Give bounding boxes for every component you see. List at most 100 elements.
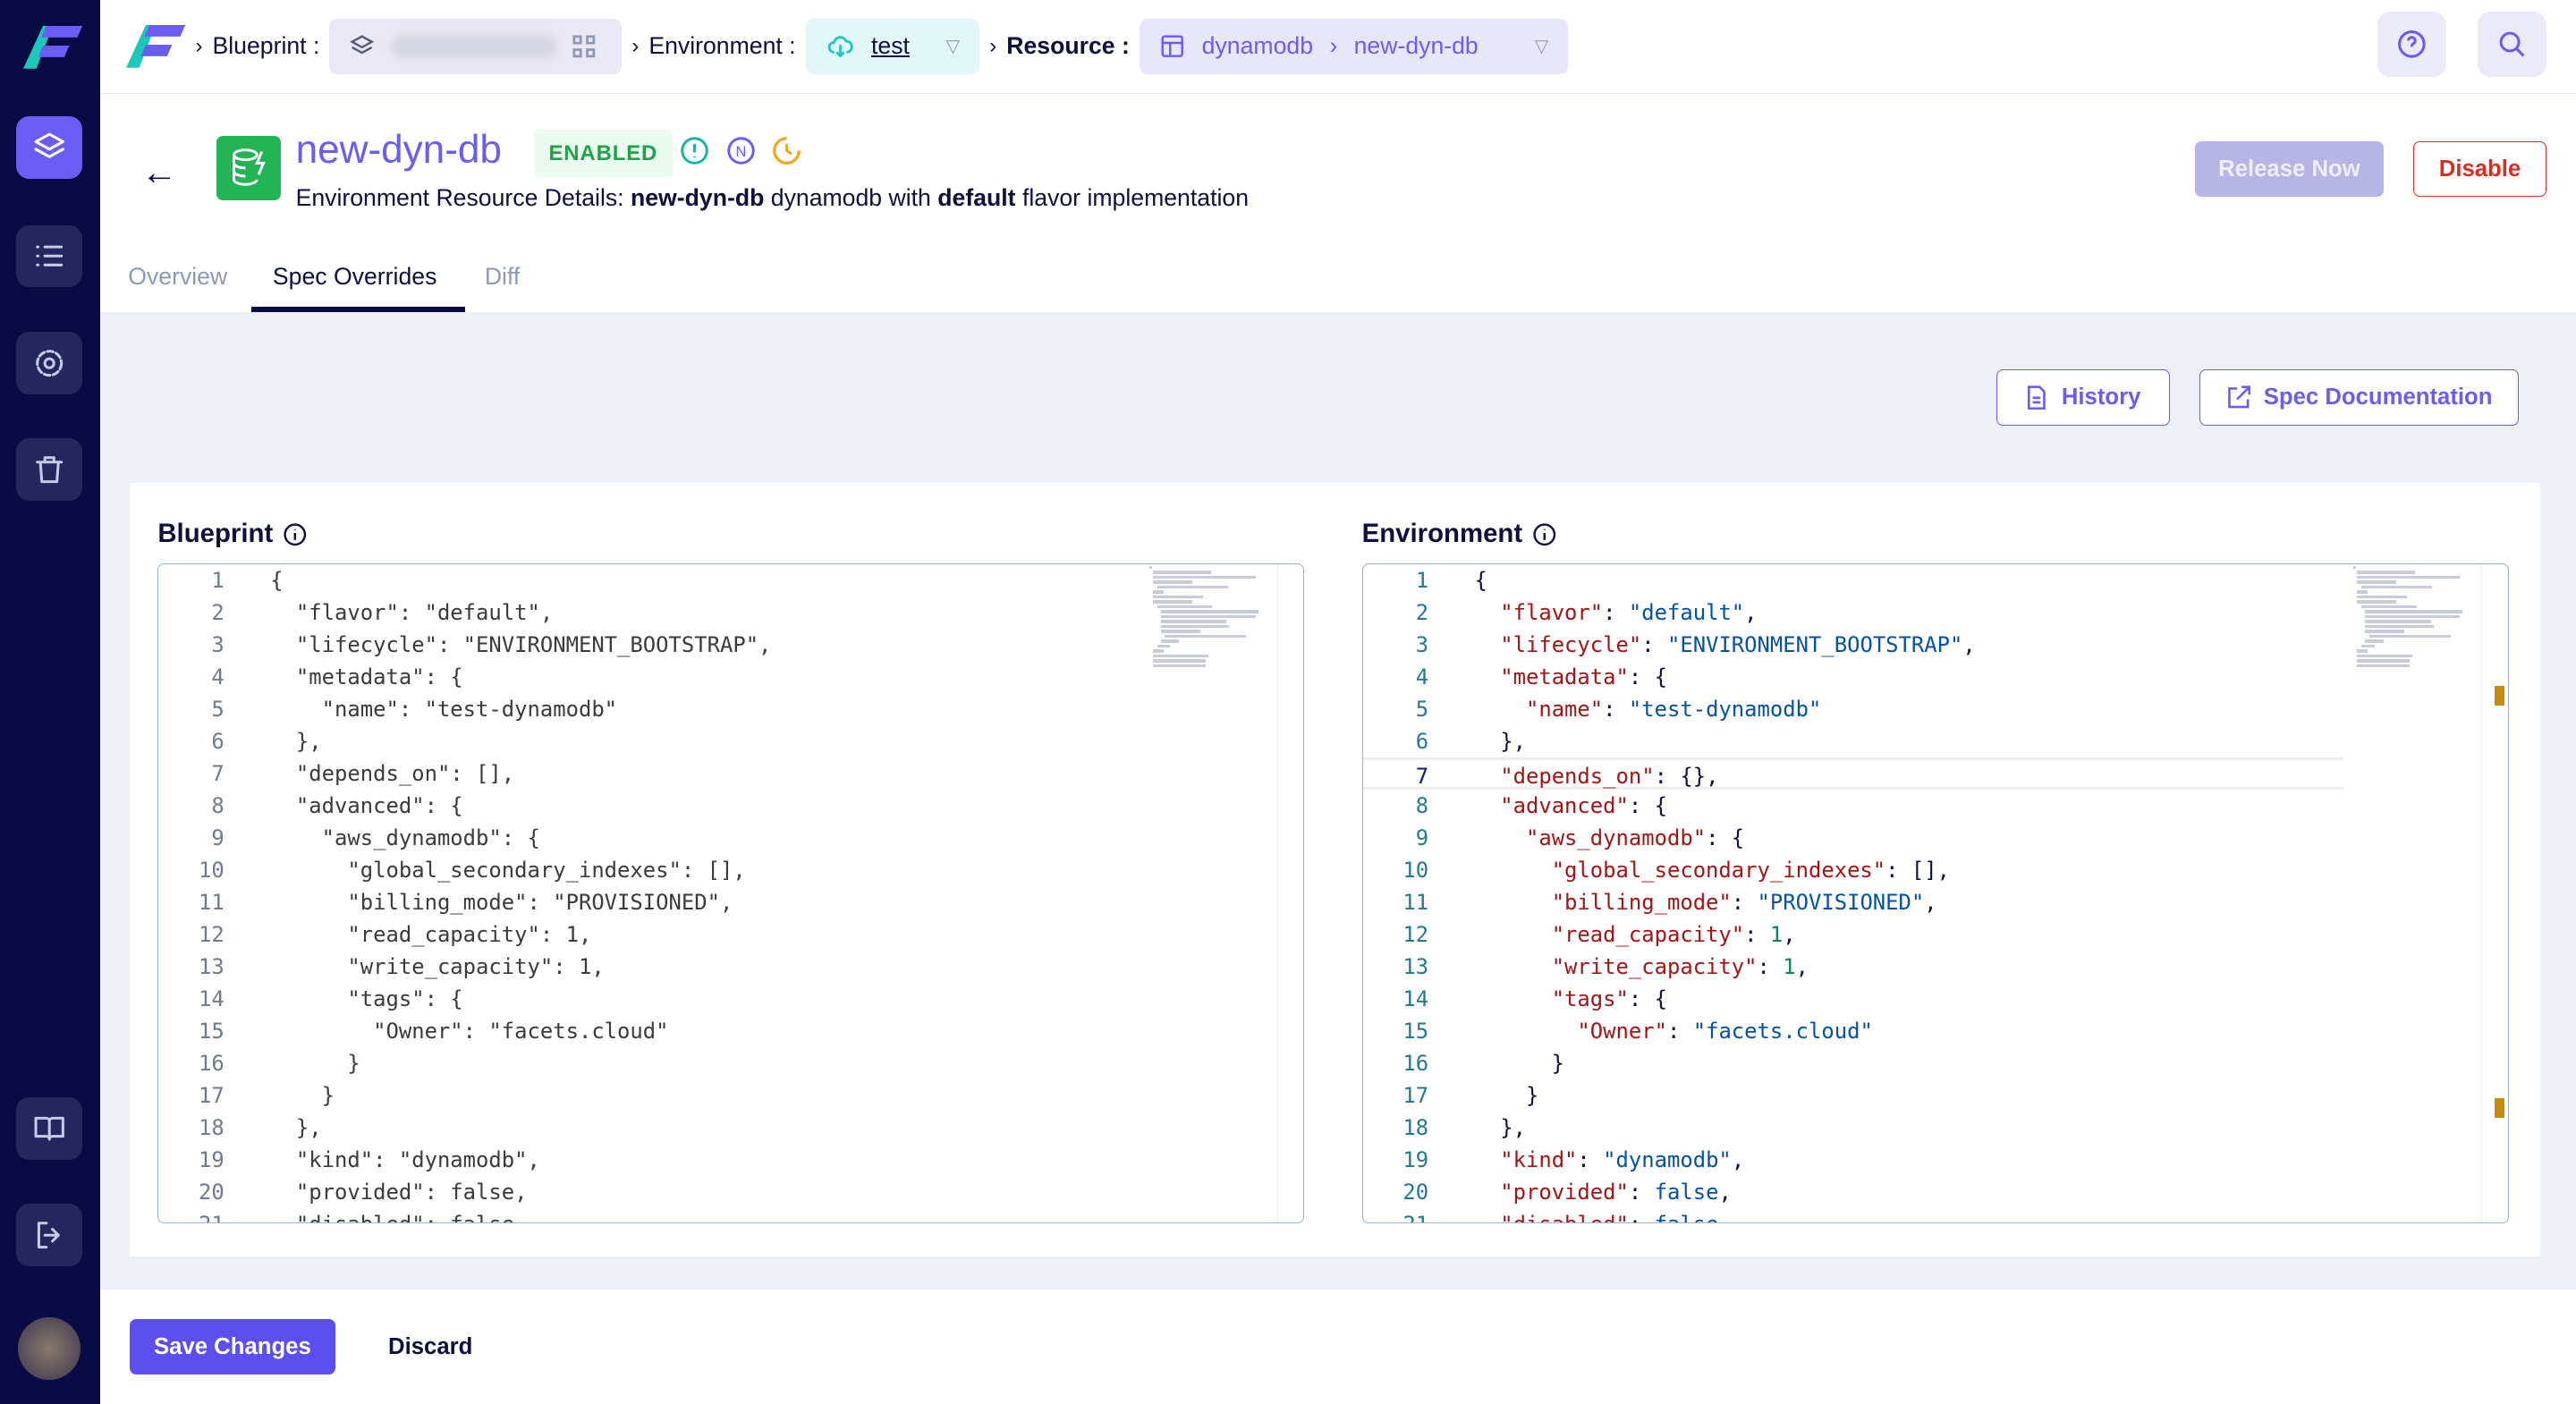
resource-name[interactable]: new-dyn-db [1354,32,1479,60]
code-line[interactable]: 18 }, [158,1112,1303,1144]
code-line[interactable]: 20 "provided": false, [1363,1176,2508,1208]
code-text: }, [270,1114,322,1140]
code-line[interactable]: 18 }, [1363,1112,2508,1144]
sidebar-item-blueprints[interactable] [16,116,82,180]
code-line[interactable]: 12 "read_capacity": 1, [1363,918,2508,951]
code-line[interactable]: 2 "flavor": "default", [1363,596,2508,629]
code-line[interactable]: 12 "read_capacity": 1, [158,918,1303,951]
code-text: "lifecycle": "ENVIRONMENT_BOOTSTRAP", [1500,631,1976,657]
code-line[interactable]: 5 "name": "test-dynamodb" [1363,693,2508,725]
info-icon[interactable] [283,522,308,547]
code-line[interactable]: 15 "Owner": "facets.cloud" [158,1015,1303,1047]
tab-overview[interactable]: Overview [128,263,227,291]
code-line[interactable]: 17 } [158,1079,1303,1112]
history-button[interactable]: History [1996,369,2171,426]
code-line[interactable]: 11 "billing_mode": "PROVISIONED", [158,886,1303,918]
save-changes-button[interactable]: Save Changes [130,1318,335,1375]
blueprint-code-editor[interactable]: 1{2 "flavor": "default", 3 "lifecycle": "… [157,562,1305,1224]
line-number: 19 [1402,1146,1429,1172]
help-button[interactable] [2377,11,2446,78]
code-line[interactable]: 13 "write_capacity": 1, [1363,951,2508,983]
alert-icon[interactable] [680,136,709,165]
code-line[interactable]: 19 "kind": "dynamodb", [1363,1144,2508,1176]
code-line[interactable]: 10 "global_secondary_indexes": [], [158,854,1303,886]
code-text: "tags": { [1551,985,1667,1011]
info-icon[interactable] [1532,522,1557,547]
code-line[interactable]: 13 "write_capacity": 1, [158,951,1303,983]
code-text: "flavor": "default", [270,599,554,625]
blueprint-selector[interactable] [329,18,623,75]
code-line[interactable]: 9 "aws_dynamodb": { [158,822,1303,854]
code-line[interactable]: 3 "lifecycle": "ENVIRONMENT_BOOTSTRAP", [158,629,1303,661]
code-line[interactable]: 11 "billing_mode": "PROVISIONED", [1363,886,2508,918]
code-line[interactable]: 7 "depends_on": [], [158,757,1303,790]
code-text: "disabled": false, [1475,1208,1732,1222]
scrollbar[interactable] [2481,563,2507,1223]
code-line[interactable]: 21 "disabled": false, [158,1208,1303,1222]
code-line[interactable]: 4 "metadata": { [1363,661,2508,693]
resource-selector[interactable]: dynamodb › new-dyn-db ▽ [1139,18,1569,75]
scrollbar[interactable] [1276,563,1303,1223]
clock-icon[interactable] [772,136,801,165]
tab-spec-overrides[interactable]: Spec Overrides [273,263,437,291]
code-line[interactable]: 3 "lifecycle": "ENVIRONMENT_BOOTSTRAP", [1363,629,2508,661]
code-text: { [270,567,284,593]
code-line[interactable]: 4 "metadata": { [158,661,1303,693]
sidebar-item-docs[interactable] [16,1096,82,1160]
code-line[interactable]: 19 "kind": "dynamodb", [158,1144,1303,1176]
code-line[interactable]: 17 } [1363,1079,2508,1112]
code-text: "flavor": "default", [1500,599,1758,625]
code-line[interactable]: 15 "Owner": "facets.cloud" [1363,1015,2508,1047]
line-number: 12 [1402,921,1429,947]
code-text: "Owner": "facets.cloud" [1577,1018,1873,1044]
discard-button[interactable]: Discard [369,1319,491,1374]
code-text: "name": "test-dynamodb" [1525,696,1822,722]
environment-name[interactable]: test [871,32,910,60]
code-line[interactable]: 9 "aws_dynamodb": { [1363,822,2508,854]
environment-selector[interactable]: test ▽ [805,18,980,75]
code-line[interactable]: 8 "advanced": { [1363,790,2508,822]
line-number: 14 [199,985,225,1011]
environment-code-editor[interactable]: 1{2 "flavor": "default", 3 "lifecycle": "… [1361,562,2509,1224]
code-line[interactable]: 16 } [158,1047,1303,1079]
code-line[interactable]: 16 } [1363,1047,2508,1079]
grid-icon[interactable] [572,35,596,58]
code-line[interactable]: 21 "disabled": false, [1363,1208,2508,1222]
resource-type[interactable]: dynamodb [1202,32,1313,60]
code-line[interactable]: 1{ [158,564,1303,596]
disable-button[interactable]: Disable [2413,140,2546,198]
back-button[interactable]: ← [141,151,177,193]
code-line[interactable]: 6 }, [158,725,1303,757]
sidebar-item-list[interactable] [16,224,82,288]
n-icon[interactable]: N [726,136,756,165]
minimap[interactable] [1148,564,1277,680]
code-line[interactable]: 1{ [1363,564,2508,596]
code-line[interactable]: 2 "flavor": "default", [158,596,1303,629]
code-line[interactable]: 10 "global_secondary_indexes": [], [1363,854,2508,886]
avatar[interactable] [18,1317,80,1380]
code-line[interactable]: 8 "advanced": { [158,790,1303,822]
code-text: "depends_on": {}, [1500,763,1719,789]
code-line[interactable]: 14 "tags": { [158,983,1303,1015]
dynamodb-icon [216,136,282,201]
dropdown-icon[interactable]: ▽ [1535,35,1549,57]
spec-documentation-button[interactable]: Spec Documentation [2199,369,2519,426]
search-button[interactable] [2477,11,2546,78]
minimap[interactable] [2353,564,2481,680]
tab-diff[interactable]: Diff [485,263,520,291]
code-line[interactable]: 20 "provided": false, [158,1176,1303,1208]
code-line[interactable]: 7 "depends_on": {}, [1362,757,2343,790]
release-now-button[interactable]: Release Now [2194,140,2385,198]
sidebar [0,0,101,1404]
sidebar-item-trash[interactable] [16,438,82,502]
line-number: 5 [211,696,225,722]
dropdown-icon[interactable]: ▽ [946,35,961,57]
facets-logo[interactable] [22,26,82,70]
list-icon [36,245,64,267]
facets-logo[interactable] [126,24,186,68]
code-line[interactable]: 5 "name": "test-dynamodb" [158,693,1303,725]
code-line[interactable]: 6 }, [1363,725,2508,757]
code-line[interactable]: 14 "tags": { [1363,983,2508,1015]
sidebar-item-settings[interactable] [16,332,82,394]
sidebar-item-logout[interactable] [16,1204,82,1267]
